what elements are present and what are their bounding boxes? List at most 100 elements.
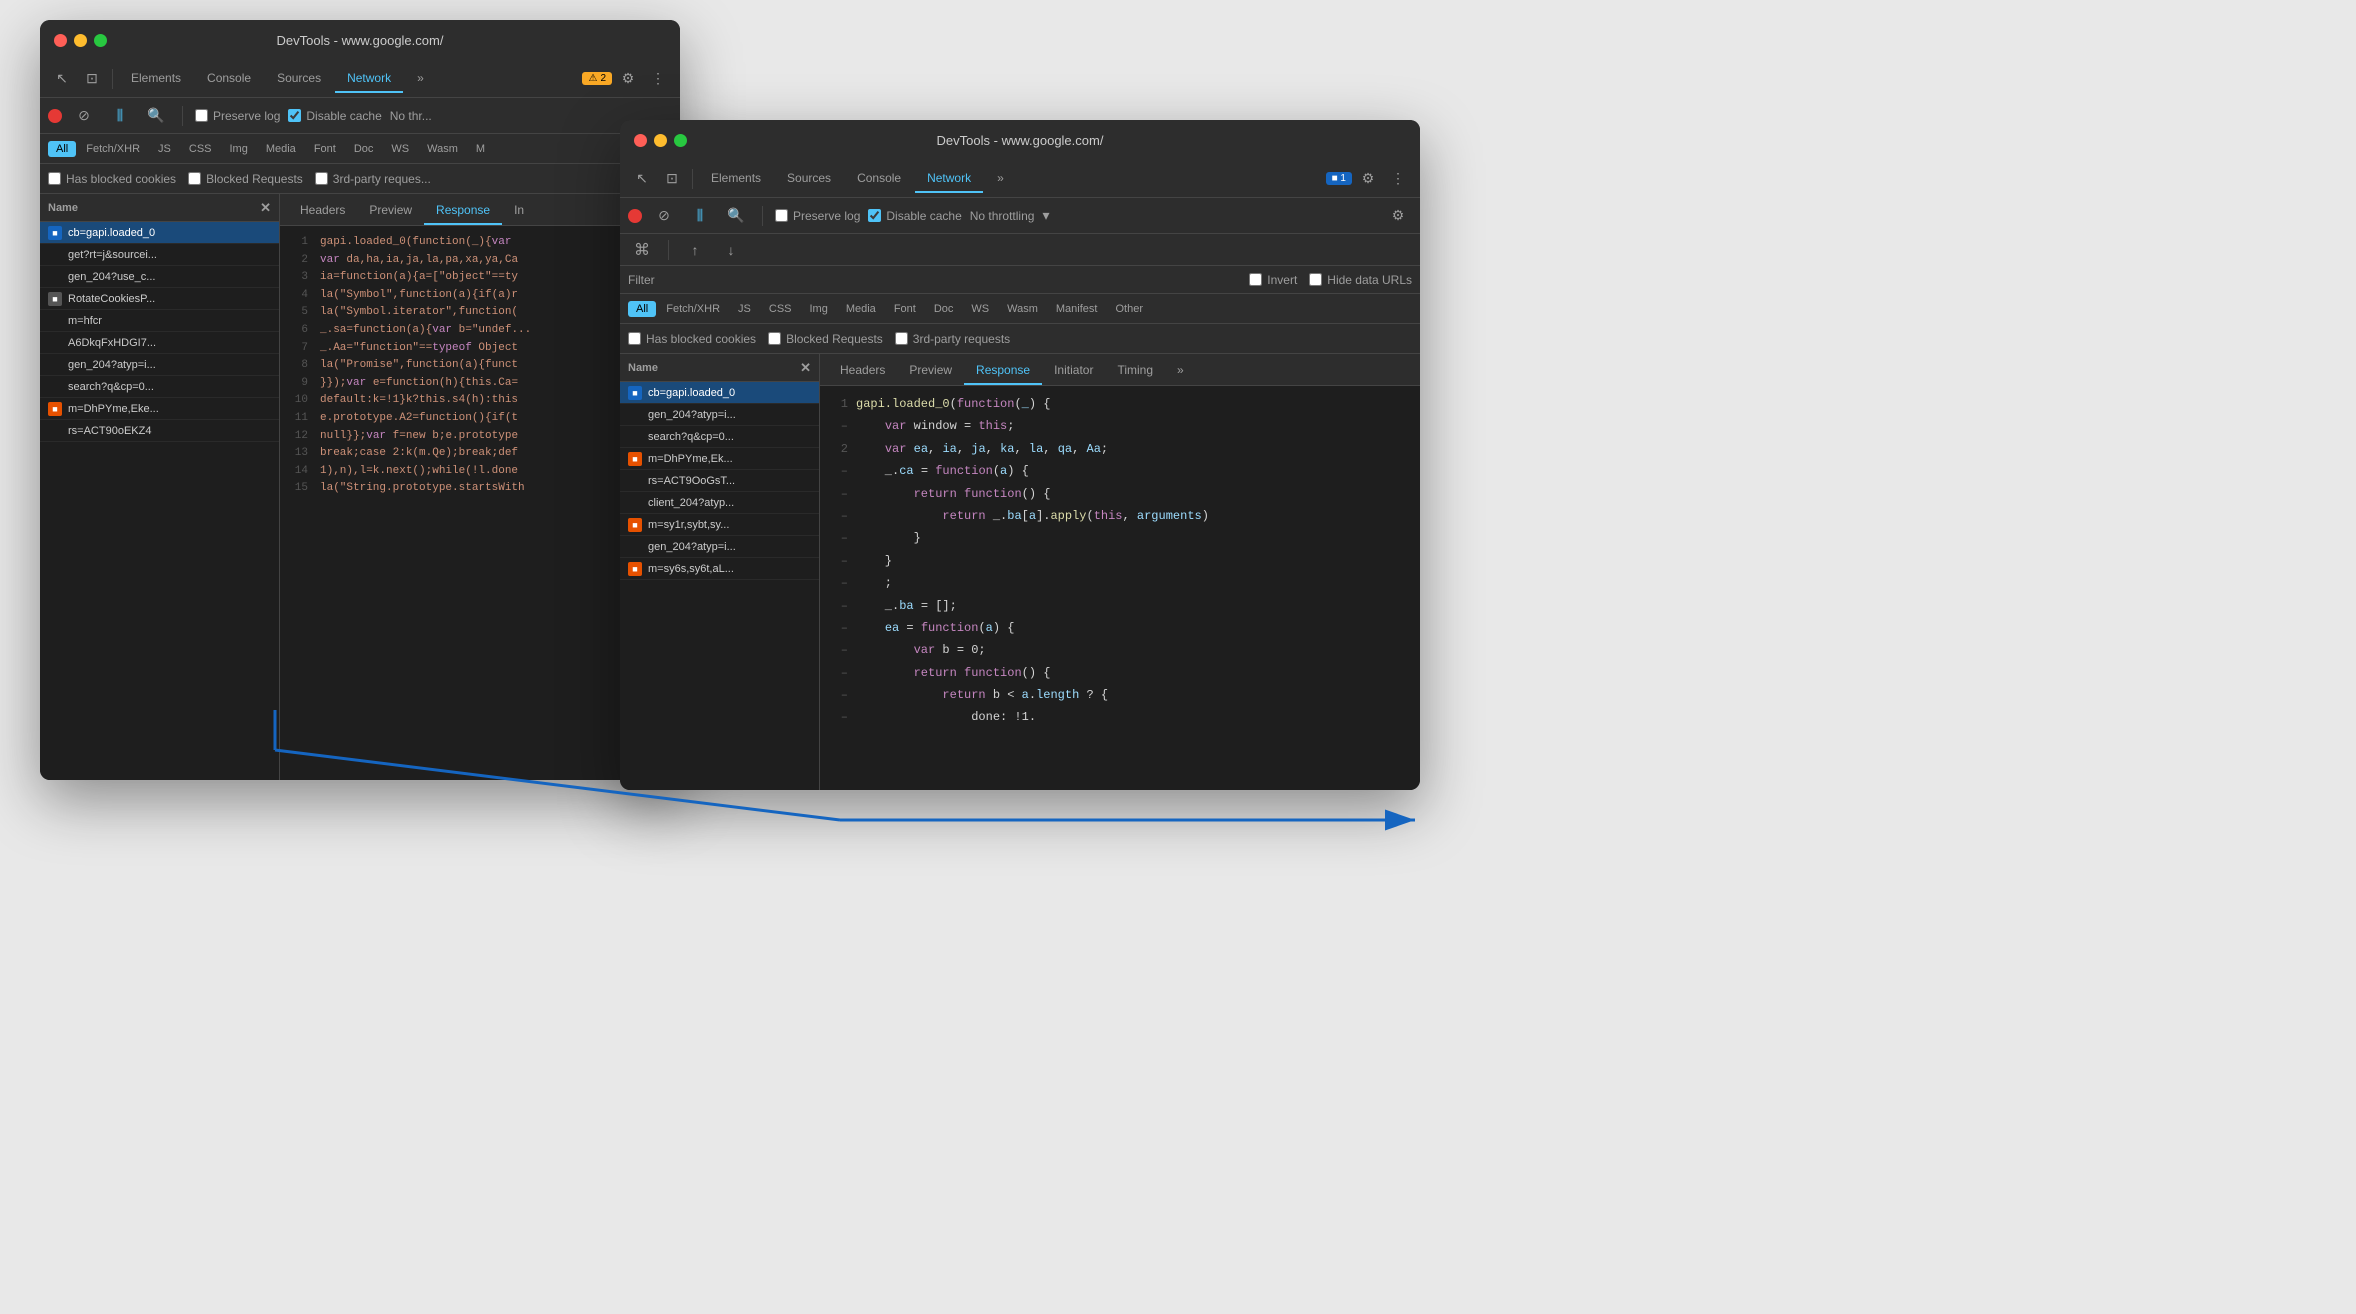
type-btn-other-2[interactable]: Other — [1107, 301, 1151, 317]
third-party-check-2[interactable] — [895, 332, 908, 345]
type-btn-doc-2[interactable]: Doc — [926, 301, 962, 317]
disable-cache-label-1[interactable]: Disable cache — [288, 109, 381, 123]
panel-tab-headers-2[interactable]: Headers — [828, 357, 897, 385]
panel-tab-initiator-2[interactable]: Initiator — [1042, 357, 1105, 385]
type-btn-fetch-2[interactable]: Fetch/XHR — [658, 301, 728, 317]
invert-check-2[interactable] — [1249, 273, 1262, 286]
layers-icon[interactable]: ⊡ — [78, 65, 106, 93]
tab-elements-2[interactable]: Elements — [699, 165, 773, 193]
request-item-2[interactable]: gen_204?use_c... — [40, 266, 279, 288]
panel-tab-response-2[interactable]: Response — [964, 357, 1042, 385]
record-button-1[interactable] — [48, 109, 62, 123]
invert-label-2[interactable]: Invert — [1249, 273, 1297, 287]
type-btn-media-2[interactable]: Media — [838, 301, 884, 317]
cursor-icon-2[interactable]: ↖ — [628, 165, 656, 193]
filter-icon-1[interactable]: ⫼ — [106, 102, 134, 130]
disable-cache-label-2[interactable]: Disable cache — [868, 209, 961, 223]
maximize-button-1[interactable] — [94, 34, 107, 47]
cancel-icon-2[interactable]: ⊘ — [650, 202, 678, 230]
minimize-button-2[interactable] — [654, 134, 667, 147]
layers-icon-2[interactable]: ⊡ — [658, 165, 686, 193]
type-btn-fetch-1[interactable]: Fetch/XHR — [78, 141, 148, 157]
third-party-check-1[interactable] — [315, 172, 328, 185]
close-button-2[interactable] — [634, 134, 647, 147]
settings-icon-2[interactable]: ⚙ — [1354, 165, 1382, 193]
blocked-requests-label-2[interactable]: Blocked Requests — [768, 332, 883, 346]
tab-console-1[interactable]: Console — [195, 65, 263, 93]
request-item-0[interactable]: ■ cb=gapi.loaded_0 — [40, 222, 279, 244]
preserve-log-label-2[interactable]: Preserve log — [775, 209, 860, 223]
third-party-label-1[interactable]: 3rd-party reques... — [315, 172, 431, 186]
blocked-requests-check-1[interactable] — [188, 172, 201, 185]
type-btn-m-1[interactable]: M — [468, 141, 493, 157]
type-btn-js-2[interactable]: JS — [730, 301, 759, 317]
tab-more-1[interactable]: » — [405, 65, 436, 93]
request-item-w2-8[interactable]: ■ m=sy6s,sy6t,aL... — [620, 558, 819, 580]
blocked-cookies-label-2[interactable]: Has blocked cookies — [628, 332, 756, 346]
request-item-1[interactable]: get?rt=j&sourcei... — [40, 244, 279, 266]
request-item-w2-5[interactable]: client_204?atyp... — [620, 492, 819, 514]
blocked-cookies-check-1[interactable] — [48, 172, 61, 185]
type-btn-img-1[interactable]: Img — [222, 141, 256, 157]
search-icon-2[interactable]: 🔍 — [722, 202, 750, 230]
request-item-w2-0[interactable]: ■ cb=gapi.loaded_0 — [620, 382, 819, 404]
request-item-6[interactable]: gen_204?atyp=i... — [40, 354, 279, 376]
disable-cache-checkbox-1[interactable] — [288, 109, 301, 122]
panel-tab-in-1[interactable]: In — [502, 197, 536, 225]
more-icon-1[interactable]: ⋮ — [644, 65, 672, 93]
preserve-log-checkbox-1[interactable] — [195, 109, 208, 122]
tab-sources-2[interactable]: Sources — [775, 165, 843, 193]
disable-cache-checkbox-2[interactable] — [868, 209, 881, 222]
panel-tab-preview-2[interactable]: Preview — [897, 357, 964, 385]
search-icon-1[interactable]: 🔍 — [142, 102, 170, 130]
type-btn-ws-1[interactable]: WS — [383, 141, 417, 157]
request-item-8[interactable]: ■ m=DhPYme,Eke... — [40, 398, 279, 420]
request-item-7[interactable]: search?q&cp=0... — [40, 376, 279, 398]
panel-tab-timing-2[interactable]: Timing — [1105, 357, 1165, 385]
more-icon-2[interactable]: ⋮ — [1384, 165, 1412, 193]
blocked-requests-label-1[interactable]: Blocked Requests — [188, 172, 303, 186]
warning-badge-1[interactable]: ⚠ 2 — [582, 72, 612, 85]
type-btn-all-2[interactable]: All — [628, 301, 656, 317]
close-panel-icon-2[interactable]: ✕ — [800, 360, 811, 376]
request-item-w2-4[interactable]: rs=ACT9OoGsT... — [620, 470, 819, 492]
request-item-w2-3[interactable]: ■ m=DhPYme,Ek... — [620, 448, 819, 470]
filter-icon-2[interactable]: ⫼ — [686, 202, 714, 230]
tab-elements-1[interactable]: Elements — [119, 65, 193, 93]
type-btn-manifest-2[interactable]: Manifest — [1048, 301, 1106, 317]
minimize-button-1[interactable] — [74, 34, 87, 47]
close-panel-icon-1[interactable]: ✕ — [260, 200, 271, 216]
type-btn-font-1[interactable]: Font — [306, 141, 344, 157]
type-btn-css-1[interactable]: CSS — [181, 141, 220, 157]
request-item-w2-6[interactable]: ■ m=sy1r,sybt,sy... — [620, 514, 819, 536]
request-item-w2-1[interactable]: gen_204?atyp=i... — [620, 404, 819, 426]
type-btn-img-2[interactable]: Img — [802, 301, 836, 317]
record-button-2[interactable] — [628, 209, 642, 223]
tab-network-2[interactable]: Network — [915, 165, 983, 193]
settings-icon-1[interactable]: ⚙ — [614, 65, 642, 93]
cursor-icon[interactable]: ↖ — [48, 65, 76, 93]
tab-network-1[interactable]: Network — [335, 65, 403, 93]
blocked-cookies-label-1[interactable]: Has blocked cookies — [48, 172, 176, 186]
cancel-icon-1[interactable]: ⊘ — [70, 102, 98, 130]
third-party-label-2[interactable]: 3rd-party requests — [895, 332, 1010, 346]
network-settings-icon-2[interactable]: ⚙ — [1384, 202, 1412, 230]
type-btn-media-1[interactable]: Media — [258, 141, 304, 157]
tab-sources-1[interactable]: Sources — [265, 65, 333, 93]
tab-console-2[interactable]: Console — [845, 165, 913, 193]
maximize-button-2[interactable] — [674, 134, 687, 147]
close-button-1[interactable] — [54, 34, 67, 47]
preserve-log-checkbox-2[interactable] — [775, 209, 788, 222]
blocked-requests-check-2[interactable] — [768, 332, 781, 345]
panel-tab-preview-1[interactable]: Preview — [357, 197, 424, 225]
download-icon-2[interactable]: ↓ — [717, 236, 745, 264]
preserve-log-label-1[interactable]: Preserve log — [195, 109, 280, 123]
request-item-3[interactable]: ■ RotateCookiesP... — [40, 288, 279, 310]
type-btn-wasm-2[interactable]: Wasm — [999, 301, 1046, 317]
blocked-cookies-check-2[interactable] — [628, 332, 641, 345]
type-btn-js-1[interactable]: JS — [150, 141, 179, 157]
panel-tab-response-1[interactable]: Response — [424, 197, 502, 225]
type-btn-wasm-1[interactable]: Wasm — [419, 141, 466, 157]
hide-data-label-2[interactable]: Hide data URLs — [1309, 273, 1412, 287]
type-btn-css-2[interactable]: CSS — [761, 301, 800, 317]
